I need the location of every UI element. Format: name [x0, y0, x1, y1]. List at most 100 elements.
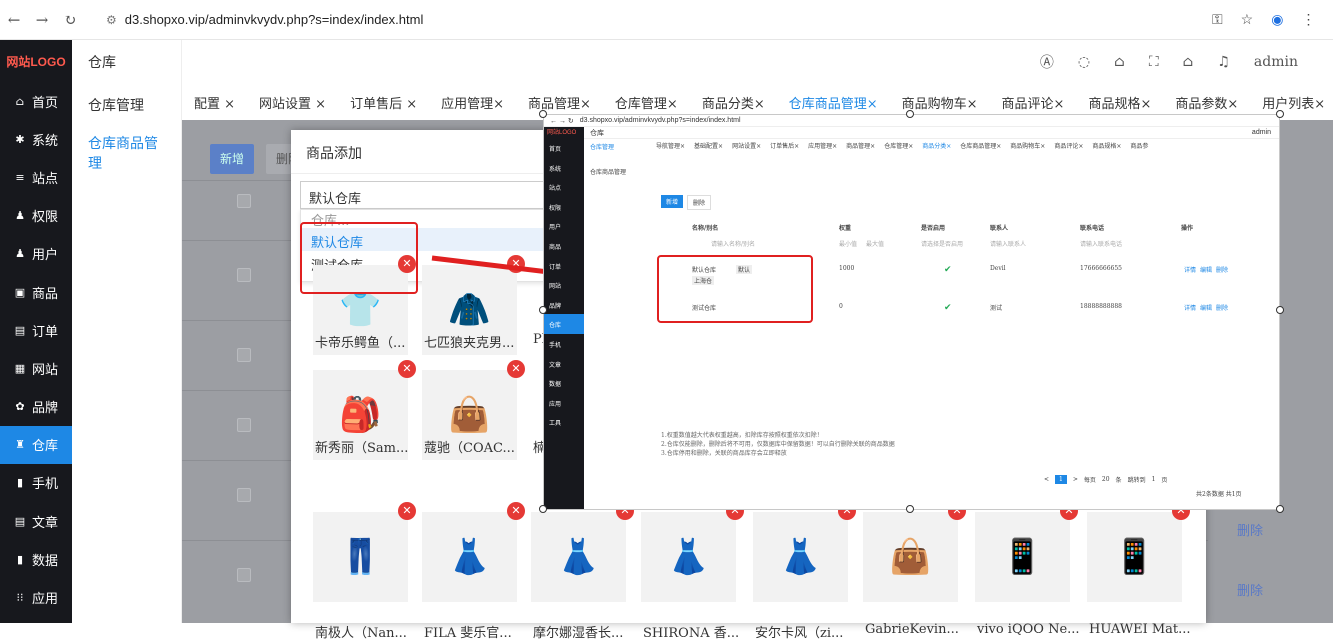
inset-tab: 商品参 [1130, 143, 1149, 150]
resize-handle[interactable] [1276, 505, 1284, 513]
resize-handle[interactable] [539, 505, 547, 513]
address-bar[interactable]: ⚙ d3.shopxo.vip/adminvkvydv.php?s=index/i… [94, 6, 1204, 34]
inset-screenshot: ← → ↻ d3.shopxo.vip/adminvkvydv.php?s=ind… [543, 114, 1280, 510]
sidebar-item-13[interactable]: ⁝⁝ 应用 [0, 578, 72, 616]
row-checkbox[interactable] [237, 568, 251, 582]
tab-3[interactable]: 应用管理× [429, 93, 516, 112]
sidebar-item-11[interactable]: ▤ 文章 [0, 502, 72, 540]
resize-handle[interactable] [539, 110, 547, 118]
home-icon[interactable]: ⌂ [1183, 54, 1194, 70]
inset-sidebar-item: 系统 [549, 165, 562, 173]
tab-8[interactable]: 商品购物车× [890, 93, 990, 112]
resize-handle[interactable] [539, 306, 547, 314]
row-checkbox[interactable] [237, 194, 251, 208]
sidebar-item-4[interactable]: ♟ 用户 [0, 235, 72, 273]
remove-icon[interactable]: ✕ [507, 360, 525, 378]
product-image[interactable]: 👗 [422, 512, 517, 602]
resize-handle[interactable] [906, 505, 914, 513]
sidebar-item-5[interactable]: ▣ 商品 [0, 273, 72, 311]
translate-icon[interactable]: Ⓐ [1040, 52, 1054, 72]
inset-add-button: 新增 [661, 195, 684, 208]
row-delete-link[interactable]: 删除 [1237, 520, 1263, 539]
site-icon: ▦ [14, 361, 26, 375]
tab-0[interactable]: 配置 × [182, 93, 247, 112]
sliders-icon: ≡ [15, 170, 25, 184]
row-checkbox[interactable] [237, 488, 251, 502]
inset-row-phone: 17666666655 [1080, 265, 1122, 272]
tab-1[interactable]: 网站设置 × [247, 93, 338, 112]
sidebar-item-0[interactable]: ⌂ 首页 [0, 82, 72, 120]
inset-sidebar-item: 应用 [549, 400, 562, 408]
inset-filter-input: 请输入联系人 [990, 241, 1027, 248]
check-icon: ✔ [944, 303, 952, 313]
inset-sidebar-item: 用户 [549, 224, 562, 232]
product-image[interactable]: 👗 [641, 512, 736, 602]
row-delete-link[interactable]: 删除 [1237, 580, 1263, 599]
tab-6[interactable]: 商品分类× [690, 93, 777, 112]
resize-handle[interactable] [906, 110, 914, 118]
tab-4[interactable]: 商品管理× [516, 93, 603, 112]
profile-icon[interactable]: ◉ [1271, 12, 1283, 28]
menu-icon[interactable]: ⋮ [1301, 12, 1315, 28]
add-button[interactable]: 新增 [210, 144, 255, 174]
key-icon[interactable]: ⚿ [1212, 12, 1223, 28]
inset-sidebar-item: 手机 [549, 341, 562, 349]
theme-icon[interactable]: ◌ [1078, 54, 1090, 70]
star-icon[interactable]: ☆ [1241, 12, 1254, 28]
tab-2[interactable]: 订单售后 × [338, 93, 429, 112]
inset-tab: 应用管理× [808, 143, 838, 150]
reload-icon[interactable]: ↻ [56, 11, 84, 29]
sidebar-item-1[interactable]: ✱ 系统 [0, 120, 72, 158]
product-name: 蔻驰（COAC... [424, 441, 515, 456]
product-image[interactable]: 👗 [753, 512, 848, 602]
sub-item-warehouse-goods[interactable]: 仓库商品管理 [72, 122, 181, 172]
admin-user[interactable]: admin [1254, 54, 1298, 70]
remove-icon[interactable]: ✕ [507, 255, 525, 273]
sidebar-item-10[interactable]: ▮ 手机 [0, 464, 72, 502]
product-image[interactable]: 👜 [863, 512, 958, 602]
product-image[interactable]: 📱 [975, 512, 1070, 602]
inset-page-label: 页 [1161, 477, 1168, 484]
sidebar-item-8[interactable]: ✿ 品牌 [0, 388, 72, 426]
back-icon[interactable]: ← [0, 11, 28, 29]
tab-10[interactable]: 商品规格× [1076, 93, 1163, 112]
tab-11[interactable]: 商品参数× [1163, 93, 1250, 112]
product-name: GabrieKevin... [865, 622, 959, 637]
inset-jump-label: 跳转到 [1127, 477, 1146, 484]
forward-icon[interactable]: → [28, 11, 56, 29]
sub-item-warehouse[interactable]: 仓库管理 [72, 84, 181, 122]
product-name: 卡帝乐鳄鱼（... [315, 336, 406, 351]
tab-7[interactable]: 仓库商品管理× [777, 93, 890, 112]
product-image[interactable]: 📱 [1087, 512, 1182, 602]
main-sidebar: 网站LOGO ⌂ 首页 ✱ 系统 ≡ 站点 ♟ 权限 ♟ 用户 ▣ 商品 ▤ 订单 ▦ 网站 ✿ 品牌 ♜ 仓库 ▮ 手机… [0, 40, 72, 623]
site-logo: 网站LOGO [6, 54, 66, 69]
tab-5[interactable]: 仓库管理× [603, 93, 690, 112]
sidebar-item-7[interactable]: ▦ 网站 [0, 349, 72, 387]
inset-note: 3.仓库停用和删除，关联的商品库存会立即释放 [661, 450, 787, 457]
sidebar-item-12[interactable]: ▮ 数据 [0, 540, 72, 578]
remove-icon[interactable]: ✕ [398, 502, 416, 520]
sidebar-item-6[interactable]: ▤ 订单 [0, 311, 72, 349]
inset-filter-input: 最大值 [866, 241, 885, 248]
sidebar-item-2[interactable]: ≡ 站点 [0, 158, 72, 196]
resize-handle[interactable] [1276, 110, 1284, 118]
site-info-icon[interactable]: ⚙ [106, 13, 117, 27]
bell-icon[interactable]: ♫ [1217, 54, 1230, 70]
product-image[interactable]: 👗 [531, 512, 626, 602]
sidebar-item-9[interactable]: ♜ 仓库 [0, 425, 72, 464]
remove-icon[interactable]: ✕ [398, 360, 416, 378]
sidebar-item-3[interactable]: ♟ 权限 [0, 197, 72, 235]
row-checkbox[interactable] [237, 418, 251, 432]
product-image[interactable]: 👖 [313, 512, 408, 602]
row-checkbox[interactable] [237, 268, 251, 282]
resize-handle[interactable] [1276, 306, 1284, 314]
inset-filter-input: 请输入联系电话 [1080, 241, 1123, 248]
inset-unit: 条 [1115, 477, 1122, 484]
store-icon[interactable]: ⌂ [1114, 54, 1125, 70]
fullscreen-icon[interactable]: ⛶ [1149, 54, 1159, 70]
tab-12[interactable]: 用户列表× [1250, 93, 1333, 112]
remove-icon[interactable]: ✕ [507, 502, 525, 520]
tab-9[interactable]: 商品评论× [990, 93, 1077, 112]
product-name: 七匹狼夹克男... [424, 336, 515, 351]
row-checkbox[interactable] [237, 348, 251, 362]
